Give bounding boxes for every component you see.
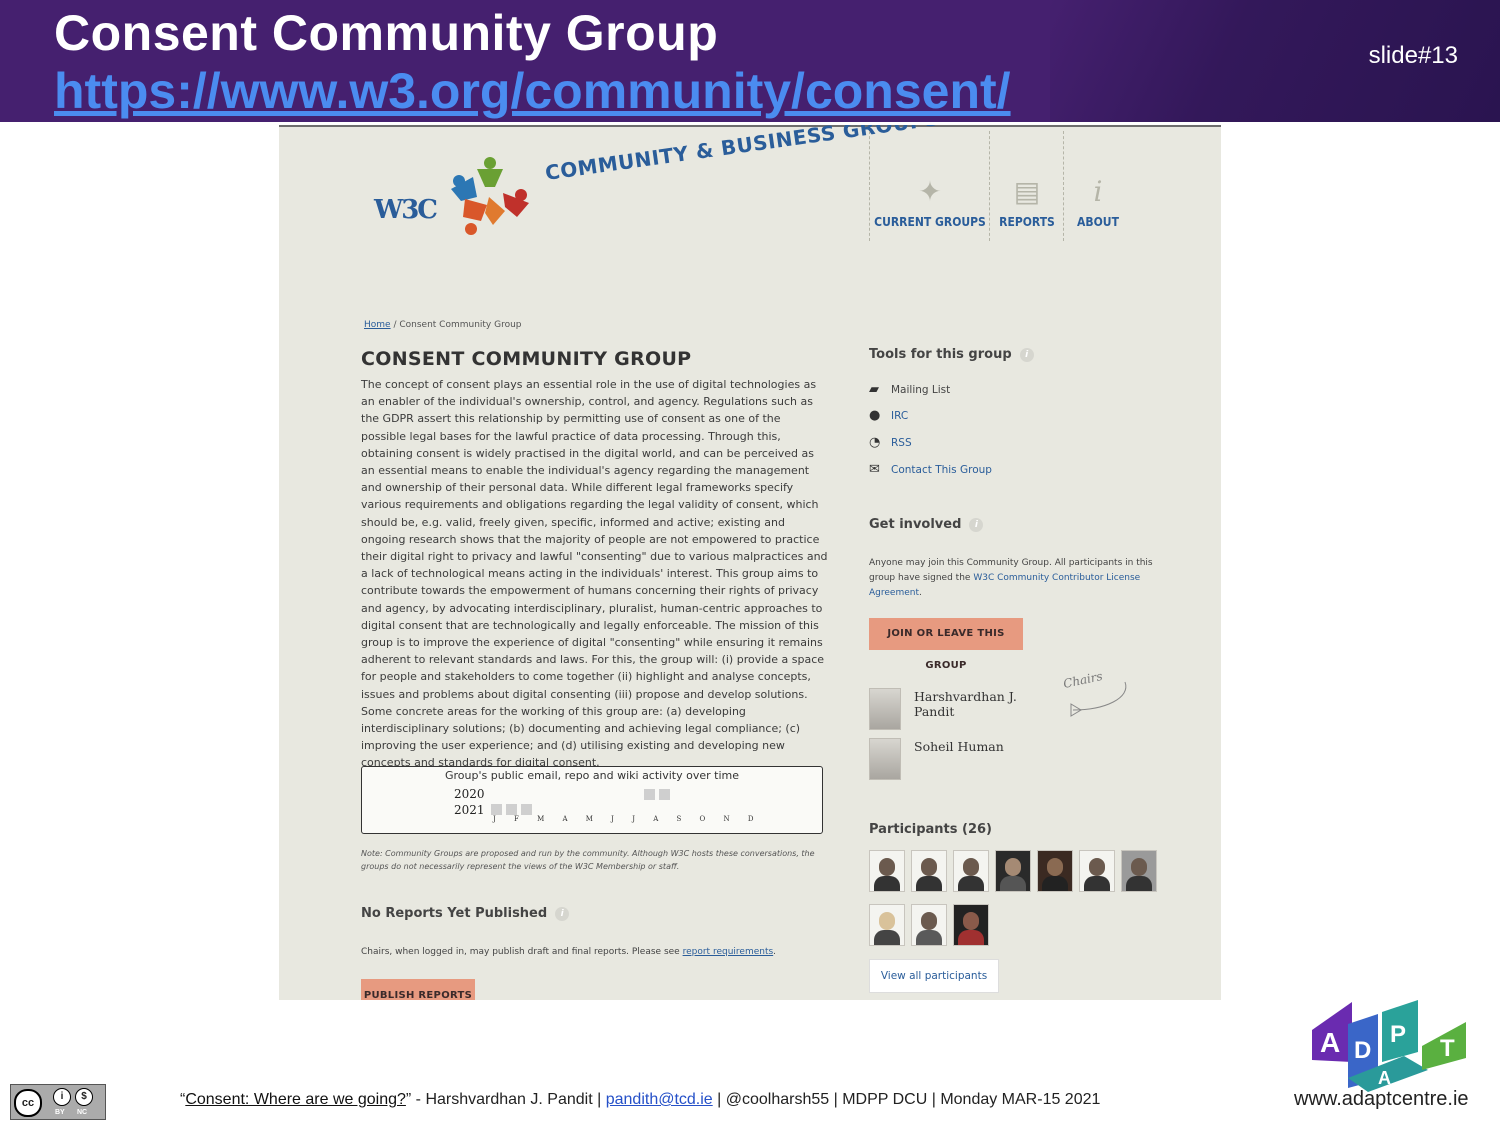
svg-text:D: D: [1354, 1037, 1371, 1064]
activity-year-2021: 2021: [454, 803, 485, 817]
get-involved-heading-text: Get involved: [869, 517, 962, 532]
nav-reports[interactable]: ▤ REPORTS: [989, 131, 1064, 241]
tools-heading-text: Tools for this group: [869, 347, 1012, 362]
participant-avatar[interactable]: [953, 850, 989, 892]
envelope-icon: ✉: [869, 462, 880, 477]
adapt-website-link[interactable]: www.adaptcentre.ie: [1294, 1088, 1469, 1111]
breadcrumb: Home / Consent Community Group: [364, 320, 522, 330]
slide-title: Consent Community Group: [54, 5, 719, 61]
screenshot-top-border: [279, 125, 1221, 127]
activity-cell: [644, 789, 655, 800]
nav-current-groups[interactable]: ✦ CURRENT GROUPS: [869, 131, 990, 241]
chat-bubble-icon: ●: [869, 408, 881, 423]
cc-icon: cc: [14, 1089, 42, 1117]
nav-label: REPORTS: [999, 215, 1055, 229]
slide-url-link[interactable]: https://www.w3.org/community/consent/: [54, 62, 1011, 120]
curved-arrow-icon: [1070, 681, 1127, 717]
adapt-logo-icon: A D A P T: [1312, 1000, 1466, 1092]
info-icon[interactable]: i: [1019, 347, 1034, 362]
activity-chart: Group's public email, repo and wiki acti…: [361, 766, 823, 834]
publish-reports-button[interactable]: PUBLISH REPORTS: [361, 979, 475, 1000]
activity-cell: [521, 804, 532, 815]
get-involved-heading: Get involved i: [869, 517, 984, 532]
info-icon[interactable]: i: [969, 517, 984, 532]
period: .: [918, 588, 922, 598]
attribution-icon: i: [53, 1088, 71, 1106]
participant-avatar[interactable]: [869, 850, 905, 892]
website-screenshot: W3C COMMUNITY & BUSINESS GROUPS ✦ CURREN…: [279, 125, 1221, 1000]
reports-text-body: Chairs, when logged in, may publish draf…: [361, 947, 680, 957]
talk-title-link[interactable]: Consent: Where are we going?: [185, 1091, 406, 1108]
participant-avatar[interactable]: [911, 850, 947, 892]
participant-avatar[interactable]: [1121, 850, 1157, 892]
document-icon: ▤: [1013, 175, 1041, 208]
slide-footer: “Consent: Where are we going?” - Harshva…: [180, 1091, 1100, 1109]
chair-name-pandit[interactable]: Harshvardhan J. Pandit: [914, 689, 1034, 719]
breadcrumb-current: / Consent Community Group: [393, 320, 522, 330]
participant-avatar[interactable]: [953, 904, 989, 946]
report-requirements-link[interactable]: report requirements: [683, 947, 774, 957]
info-icon: i: [1093, 175, 1103, 208]
community-people-logo-icon: [451, 157, 529, 235]
mail-list-icon: ▰: [869, 382, 879, 397]
activity-cell: [491, 804, 502, 815]
svg-text:A: A: [1320, 1027, 1340, 1058]
tool-label: IRC: [891, 410, 909, 422]
noncommercial-icon: $: [75, 1088, 93, 1106]
svg-text:A: A: [1378, 1068, 1391, 1088]
slide-number: slide#13: [1368, 42, 1458, 69]
footer-rest: | @coolharsh55 | MDPP DCU | Monday MAR-1…: [717, 1091, 1101, 1108]
nav-about[interactable]: i ABOUT: [1063, 131, 1132, 241]
w3c-logo[interactable]: W3C: [374, 195, 438, 225]
group-heading: CONSENT COMMUNITY GROUP: [361, 348, 692, 370]
participant-avatar[interactable]: [869, 904, 905, 946]
participant-avatar[interactable]: [911, 904, 947, 946]
svg-text:T: T: [1440, 1035, 1455, 1062]
tools-heading: Tools for this group i: [869, 347, 1034, 362]
reports-heading: No Reports Yet Published i: [361, 906, 570, 921]
activity-year-2020: 2020: [454, 787, 485, 801]
rss-icon: ◔: [869, 435, 881, 450]
period: .: [773, 947, 777, 957]
person-icon: ✦: [918, 175, 942, 208]
footer-byline: ” - Harshvardhan J. Pandit |: [405, 1091, 602, 1108]
reports-text: Chairs, when logged in, may publish draf…: [361, 947, 776, 957]
cc-nc-label: NC: [77, 1109, 88, 1116]
participant-avatar[interactable]: [995, 850, 1031, 892]
svg-text:P: P: [1390, 1021, 1406, 1048]
activity-cell: [506, 804, 517, 815]
nav-label: ABOUT: [1077, 215, 1119, 229]
participant-avatar[interactable]: [1037, 850, 1073, 892]
activity-months: J F M A M J J A S O N D: [493, 815, 762, 823]
view-all-participants-button[interactable]: View all participants: [869, 959, 999, 993]
chair-name-human[interactable]: Soheil Human: [914, 739, 1004, 754]
cc-by-label: BY: [55, 1109, 65, 1116]
creative-commons-badge[interactable]: cc i $ BY NC: [10, 1084, 106, 1120]
tool-label: Contact This Group: [891, 464, 992, 476]
participants-heading: Participants (26): [869, 822, 992, 837]
group-description: The concept of consent plays an essentia…: [361, 378, 828, 770]
chair-photo-avatar[interactable]: [869, 688, 901, 730]
tool-label: Mailing List: [891, 384, 951, 396]
info-icon[interactable]: i: [555, 906, 570, 921]
get-involved-text: Anyone may join this Community Group. Al…: [869, 556, 1169, 601]
participant-avatar[interactable]: [1079, 850, 1115, 892]
nav-label: CURRENT GROUPS: [874, 215, 986, 229]
chair-photo-avatar[interactable]: [869, 738, 901, 780]
join-leave-button[interactable]: JOIN OR LEAVE THIS GROUP: [869, 618, 1023, 671]
activity-cell: [659, 789, 670, 800]
email-link[interactable]: pandith@tcd.ie: [606, 1091, 713, 1108]
activity-title: Group's public email, repo and wiki acti…: [444, 769, 739, 782]
tool-label: RSS: [891, 437, 912, 449]
slide-header: Consent Community Group https://www.w3.o…: [0, 0, 1500, 122]
community-note: Note: Community Groups are proposed and …: [361, 849, 815, 871]
breadcrumb-home-link[interactable]: Home: [364, 320, 391, 330]
reports-heading-text: No Reports Yet Published: [361, 906, 548, 921]
